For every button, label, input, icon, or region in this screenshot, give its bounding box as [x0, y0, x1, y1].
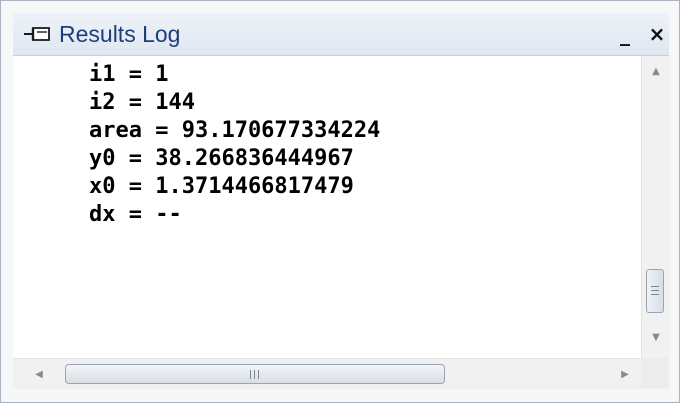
pin-icon[interactable] — [23, 25, 53, 43]
window-title: Results Log — [59, 21, 181, 47]
scrollbar-corner — [641, 358, 669, 388]
vertical-scroll-thumb[interactable] — [646, 269, 664, 313]
vertical-scrollbar[interactable]: ▲ ▼ — [641, 56, 670, 358]
scroll-down-arrow-icon[interactable]: ▼ — [642, 326, 670, 348]
results-log-window: Results Log _ × i1 = 1 i2 = 144 area = 9… — [0, 0, 680, 403]
log-line-dx: dx = -- — [89, 202, 182, 227]
minimize-button[interactable]: _ — [613, 22, 637, 46]
horizontal-scroll-thumb[interactable] — [65, 364, 445, 384]
log-line-area: area = 93.170677334224 — [89, 118, 381, 143]
log-line-i2: i2 = 144 — [89, 90, 195, 115]
title-bar[interactable]: Results Log _ × — [13, 13, 669, 56]
grip-line — [258, 370, 259, 379]
grip-line — [651, 294, 659, 295]
scroll-up-arrow-icon[interactable]: ▲ — [642, 60, 670, 82]
scroll-left-arrow-icon[interactable]: ◀ — [27, 359, 51, 389]
log-line-y0: y0 = 38.266836444967 — [89, 146, 354, 171]
grip-line — [651, 286, 659, 287]
grip-line — [254, 370, 255, 379]
log-line-x0: x0 = 1.3714466817479 — [89, 174, 354, 199]
grip-line — [250, 370, 251, 379]
log-line-i1: i1 = 1 — [89, 62, 169, 87]
close-button[interactable]: × — [645, 22, 669, 46]
scroll-right-arrow-icon[interactable]: ▶ — [613, 359, 637, 389]
horizontal-scrollbar[interactable]: ◀ ▶ — [13, 358, 669, 389]
grip-line — [651, 290, 659, 291]
log-output[interactable]: i1 = 1 i2 = 144 area = 93.170677334224 y… — [13, 56, 641, 358]
